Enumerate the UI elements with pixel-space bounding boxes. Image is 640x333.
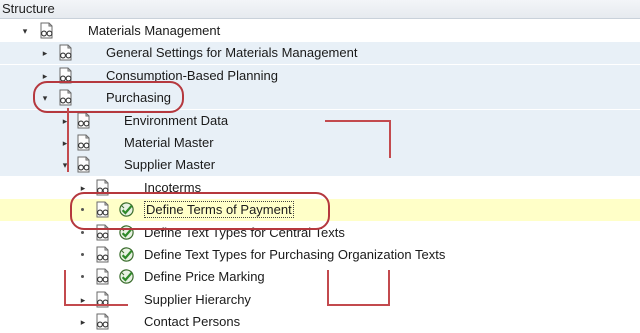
execute-activity-icon[interactable]: [118, 201, 135, 218]
tree-node[interactable]: Define Price Marking: [0, 266, 640, 288]
tree-node[interactable]: ▾ Materials Management: [0, 20, 640, 42]
spectacles-icon[interactable]: [94, 291, 111, 308]
tree-node-label[interactable]: Supplier Master: [124, 157, 215, 172]
tree-node-label[interactable]: Consumption-Based Planning: [106, 68, 278, 83]
tree-node[interactable]: ▾ Supplier Master: [0, 154, 640, 177]
structure-title: Structure: [2, 1, 55, 16]
tree-node[interactable]: ▸ Environment Data: [0, 109, 640, 132]
spectacles-icon[interactable]: [94, 313, 111, 330]
tree-node-label[interactable]: Incoterms: [144, 180, 201, 195]
tree-node[interactable]: ▸ Consumption-Based Planning: [0, 64, 640, 87]
spectacles-icon[interactable]: [75, 112, 92, 129]
tree-node[interactable]: ▸ Supplier Hierarchy: [0, 289, 640, 311]
tree-node-label[interactable]: Define Terms of Payment: [144, 201, 294, 219]
spectacles-icon[interactable]: [94, 224, 111, 241]
tree-node-label[interactable]: Define Text Types for Central Texts: [144, 225, 345, 240]
expand-arrow-icon[interactable]: ▸: [40, 47, 50, 59]
leaf-bullet-icon: [81, 208, 84, 212]
spectacles-icon[interactable]: [57, 44, 74, 61]
structure-header: Structure: [0, 0, 640, 19]
tree-node[interactable]: Define Terms of Payment: [0, 199, 640, 222]
tree-node[interactable]: Define Text Types for Purchasing Organiz…: [0, 244, 640, 266]
tree-node[interactable]: ▾ Purchasing: [0, 87, 640, 110]
tree-node[interactable]: ▸ Material Master: [0, 132, 640, 154]
execute-activity-icon[interactable]: [118, 224, 135, 241]
tree-node[interactable]: Define Text Types for Central Texts: [0, 222, 640, 244]
spectacles-icon[interactable]: [94, 246, 111, 263]
tree-node-label[interactable]: Material Master: [124, 135, 214, 150]
spectacles-icon[interactable]: [75, 156, 92, 173]
tree-node-label[interactable]: Contact Persons: [144, 314, 240, 329]
tree-node-label[interactable]: Define Price Marking: [144, 269, 265, 284]
tree-node-label[interactable]: Materials Management: [88, 23, 220, 38]
leaf-bullet-icon: [81, 230, 84, 234]
spectacles-icon[interactable]: [38, 22, 55, 39]
collapse-arrow-icon[interactable]: ▾: [20, 25, 30, 37]
spectacles-icon[interactable]: [94, 179, 111, 196]
expand-arrow-icon[interactable]: ▸: [78, 182, 88, 194]
tree-node[interactable]: ▸ General Settings for Materials Manageme…: [0, 42, 640, 65]
collapse-arrow-icon[interactable]: ▾: [40, 92, 50, 104]
expand-arrow-icon[interactable]: ▸: [40, 70, 50, 82]
spectacles-icon[interactable]: [57, 89, 74, 106]
expand-arrow-icon[interactable]: ▸: [78, 316, 88, 328]
tree-node-label[interactable]: Supplier Hierarchy: [144, 292, 251, 307]
spectacles-icon[interactable]: [94, 201, 111, 218]
tree-node-label[interactable]: General Settings for Materials Managemen…: [106, 45, 357, 60]
leaf-bullet-icon: [81, 275, 84, 279]
spectacles-icon[interactable]: [75, 134, 92, 151]
expand-arrow-icon[interactable]: ▸: [60, 137, 70, 149]
tree-node-label[interactable]: Define Text Types for Purchasing Organiz…: [144, 247, 445, 262]
leaf-bullet-icon: [81, 253, 84, 256]
tree-node-label[interactable]: Purchasing: [106, 90, 171, 105]
collapse-arrow-icon[interactable]: ▾: [60, 159, 70, 171]
execute-activity-icon[interactable]: [118, 246, 135, 263]
tree-node-label[interactable]: Environment Data: [124, 113, 228, 128]
expand-arrow-icon[interactable]: ▸: [60, 115, 70, 127]
expand-arrow-icon[interactable]: ▸: [78, 294, 88, 306]
spectacles-icon[interactable]: [57, 67, 74, 84]
execute-activity-icon[interactable]: [118, 268, 135, 285]
tree-node[interactable]: ▸ Incoterms: [0, 177, 640, 199]
spectacles-icon[interactable]: [94, 268, 111, 285]
